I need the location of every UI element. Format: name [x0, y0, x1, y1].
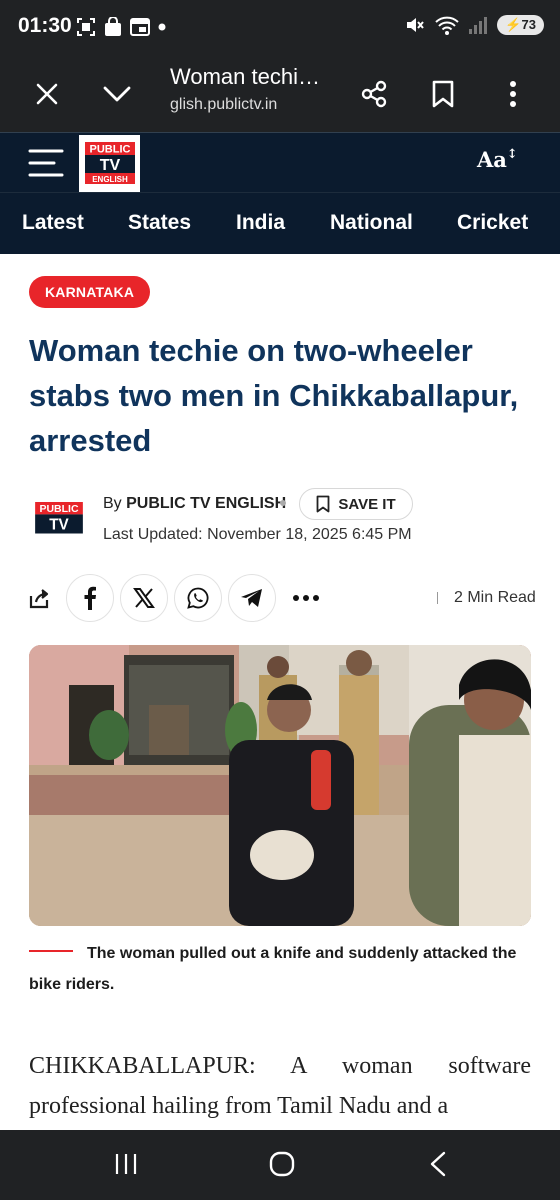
page-domain[interactable]: glish.publictv.in	[170, 96, 277, 114]
bookmark-icon	[432, 80, 454, 108]
page-title[interactable]: Woman techi…	[170, 64, 320, 90]
font-size-button[interactable]: Aa↕	[477, 147, 518, 172]
logo-text-english: ENGLISH	[92, 175, 128, 184]
byline-separator	[280, 500, 286, 506]
close-icon	[36, 83, 58, 105]
notification-dot-icon	[158, 23, 166, 31]
site-header: PUBLIC TV ENGLISH Aa↕	[0, 132, 560, 193]
chevron-down-icon	[103, 86, 131, 102]
recents-button[interactable]	[106, 1148, 146, 1180]
battery-icon: ⚡	[505, 17, 522, 32]
share-arrow-icon[interactable]	[28, 587, 50, 609]
author-name[interactable]: PUBLIC TV ENGLISH	[126, 495, 286, 512]
status-icons-left	[76, 17, 166, 37]
last-updated: Last Updated: November 18, 2025 6:45 PM	[103, 526, 412, 543]
back-button[interactable]	[418, 1148, 458, 1180]
bookmark-icon	[316, 495, 330, 513]
nav-item-cricket[interactable]: Cricket	[457, 211, 528, 235]
nav-item-states[interactable]: States	[128, 211, 191, 235]
battery-indicator: ⚡73	[497, 15, 544, 35]
whatsapp-icon	[187, 587, 209, 609]
nav-item-national[interactable]: National	[330, 211, 413, 235]
author-logo-text-public: PUBLIC	[39, 503, 79, 515]
shopping-bag-icon	[105, 17, 121, 36]
wifi-icon	[435, 16, 460, 35]
logo-text-tv: TV	[99, 157, 120, 174]
nav-item-latest[interactable]: Latest	[22, 211, 84, 235]
logo-text-public: PUBLIC	[89, 144, 130, 156]
x-icon	[133, 588, 155, 608]
status-bar: 01:30 ⚡73	[0, 0, 560, 56]
hamburger-icon	[28, 149, 64, 177]
share-whatsapp-button[interactable]	[174, 574, 222, 622]
author-logo-text-tv: TV	[49, 517, 69, 534]
status-time: 01:30	[18, 14, 72, 37]
byline: By PUBLIC TV ENGLISH	[103, 495, 286, 513]
more-horizontal-icon	[293, 595, 319, 601]
telegram-icon	[241, 589, 262, 607]
browser-menu-button[interactable]	[485, 56, 541, 132]
article-photo-image	[29, 645, 531, 926]
signal-icon	[469, 17, 488, 34]
nav-item-india[interactable]: India	[236, 211, 285, 235]
save-it-button[interactable]: SAVE IT	[299, 488, 413, 520]
home-icon	[269, 1151, 295, 1177]
browser-toolbar: Woman techi… glish.publictv.in	[0, 56, 560, 132]
author-logo: PUBLIC TV	[35, 502, 83, 534]
back-icon	[430, 1151, 446, 1177]
share-icon	[361, 80, 387, 108]
screenshot-icon	[77, 18, 95, 36]
share-button[interactable]	[346, 56, 402, 132]
status-icons-right: ⚡73	[405, 15, 544, 35]
article-body: CHIKKABALLAPUR: A woman software profess…	[29, 1053, 531, 1119]
font-size-label: Aa	[477, 147, 507, 172]
minimize-tab-button[interactable]	[89, 56, 145, 132]
category-nav: Latest States India National Cricket	[0, 192, 560, 254]
share-more-button[interactable]	[282, 574, 330, 622]
site-logo[interactable]: PUBLIC TV ENGLISH	[79, 135, 140, 193]
article-photo[interactable]	[29, 645, 531, 926]
bookmark-button[interactable]	[415, 56, 471, 132]
hamburger-menu-button[interactable]	[26, 147, 66, 179]
system-nav-bar	[0, 1130, 560, 1200]
mute-icon	[407, 18, 425, 32]
home-button[interactable]	[262, 1148, 302, 1180]
battery-level: 73	[521, 17, 536, 32]
public-tv-logo: PUBLIC TV ENGLISH	[84, 142, 135, 184]
more-vertical-icon	[510, 81, 516, 107]
share-facebook-button[interactable]	[66, 574, 114, 622]
read-time: 2 Min Read	[454, 589, 536, 606]
article-headline: Woman techie on two-wheeler stabs two me…	[29, 333, 519, 458]
font-size-arrow-icon: ↕	[506, 147, 518, 162]
category-badge[interactable]: KARNATAKA	[29, 276, 151, 308]
facebook-icon	[84, 586, 96, 610]
close-tab-button[interactable]	[19, 56, 75, 132]
read-time-separator	[437, 592, 438, 604]
share-row: 2 Min Read	[0, 574, 560, 624]
share-x-button[interactable]	[120, 574, 168, 622]
save-it-label: SAVE IT	[338, 495, 396, 513]
byline-prefix: By	[103, 495, 122, 512]
window-icon	[130, 18, 150, 36]
recents-icon	[115, 1154, 137, 1174]
share-telegram-button[interactable]	[228, 574, 276, 622]
article-content: KARNATAKA Woman techie on two-wheeler st…	[0, 254, 560, 1130]
photo-caption: The woman pulled out a knife and suddenl…	[29, 945, 517, 993]
